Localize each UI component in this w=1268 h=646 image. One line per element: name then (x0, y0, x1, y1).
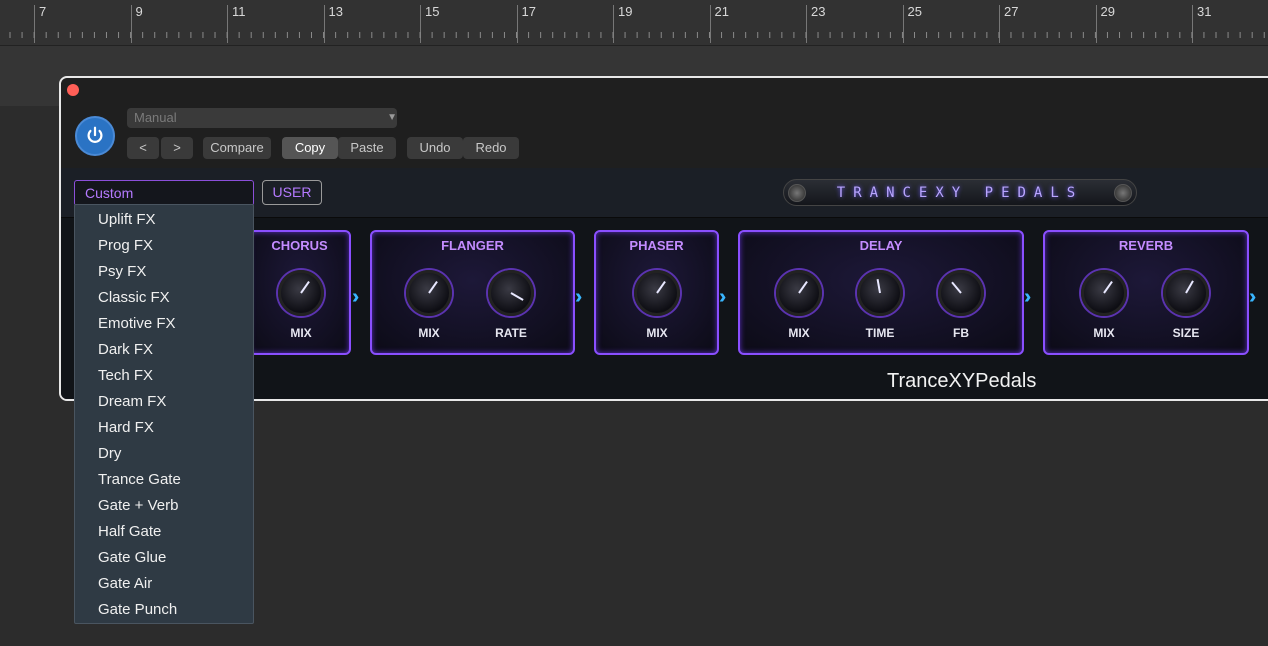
ruler-ticks (9, 32, 1265, 38)
host-preset-value: Manual (134, 110, 177, 125)
pedal-chorus: CHORUS MIX (248, 230, 351, 355)
knob-label: FB (953, 326, 969, 340)
knob-indicator (656, 280, 666, 294)
pedal-title: FLANGER (441, 238, 504, 253)
knob-mix[interactable] (776, 270, 822, 316)
knob-mix[interactable] (406, 270, 452, 316)
pedal-title: PHASER (629, 238, 684, 253)
dropdown-option[interactable]: Hard FX (75, 417, 253, 443)
knob-label: MIX (418, 326, 440, 340)
knob-label: RATE (495, 326, 527, 340)
knob-label: MIX (788, 326, 810, 340)
next-preset-button[interactable]: > (161, 137, 193, 159)
timeline-ruler[interactable]: 7 9 11 13 15 17 19 21 23 25 27 29 31 (0, 0, 1268, 46)
paste-button[interactable]: Paste (338, 137, 396, 159)
close-window-button[interactable] (67, 84, 79, 96)
chain-arrow-icon: ›› (1249, 286, 1258, 308)
dropdown-option[interactable]: Psy FX (75, 261, 253, 287)
knob-indicator (951, 281, 962, 294)
dropdown-option[interactable]: Tech FX (75, 365, 253, 391)
dropdown-option[interactable]: Classic FX (75, 287, 253, 313)
knob-indicator (300, 280, 310, 294)
user-button[interactable]: USER (262, 180, 322, 205)
knob-time[interactable] (857, 270, 903, 316)
host-preset-select[interactable]: Manual ▼ (127, 108, 397, 128)
knob-label: MIX (1093, 326, 1115, 340)
pedal-title: REVERB (1118, 238, 1174, 253)
chain-arrow-icon: ›› (352, 286, 361, 308)
dropdown-option[interactable]: Gate Glue (75, 547, 253, 573)
preset-dropdown-menu: Uplift FX Prog FX Psy FX Classic FX Emotive … (74, 204, 254, 624)
pedal-flanger: FLANGER MIX RATE (370, 230, 575, 355)
dropdown-option[interactable]: Emotive FX (75, 313, 253, 339)
power-icon (87, 126, 103, 143)
knob-indicator (428, 280, 438, 294)
dropdown-option[interactable]: Dream FX (75, 391, 253, 417)
dropdown-option[interactable]: Uplift FX (75, 209, 253, 235)
knob-mix[interactable] (278, 270, 324, 316)
dropdown-option[interactable]: Gate Punch (75, 599, 253, 625)
redo-button[interactable]: Redo (463, 137, 519, 159)
knob-indicator (1185, 280, 1194, 294)
screw-icon (788, 184, 806, 202)
dropdown-option[interactable]: Trance Gate (75, 469, 253, 495)
knob-mix[interactable] (634, 270, 680, 316)
knob-label: TIME (865, 326, 895, 340)
pedal-phaser: PHASER MIX (594, 230, 719, 355)
pedal-reverb: REVERB MIX SIZE (1043, 230, 1249, 355)
dropdown-option[interactable]: Prog FX (75, 235, 253, 261)
chain-arrow-icon: ›› (1024, 286, 1033, 308)
screw-icon (1114, 184, 1132, 202)
knob-label: MIX (646, 326, 668, 340)
chain-arrow-icon: ›› (719, 286, 728, 308)
pedal-title: CHORUS (271, 238, 328, 253)
logo: TRANCEXY PEDALS (783, 179, 1137, 206)
power-button[interactable] (75, 116, 115, 156)
chevron-down-icon: ▼ (387, 112, 397, 123)
knob-indicator (1103, 280, 1113, 294)
logo-text: TRANCEXY PEDALS (836, 184, 1084, 201)
dropdown-option[interactable]: Gate + Verb (75, 495, 253, 521)
pedal-title: DELAY (859, 238, 903, 253)
compare-button[interactable]: Compare (203, 137, 271, 159)
dropdown-option[interactable]: Gate Air (75, 573, 253, 599)
knob-indicator (798, 280, 808, 294)
brand-name: TranceXYPedals (887, 370, 1037, 392)
knob-mix[interactable] (1081, 270, 1127, 316)
knob-rate[interactable] (488, 270, 534, 316)
copy-button[interactable]: Copy (282, 137, 338, 159)
knob-indicator (510, 292, 524, 301)
knob-label: MIX (290, 326, 312, 340)
knob-indicator (876, 279, 881, 294)
knob-label: SIZE (1172, 326, 1200, 340)
knob-size[interactable] (1163, 270, 1209, 316)
prev-preset-button[interactable]: < (127, 137, 159, 159)
dropdown-option[interactable]: Half Gate (75, 521, 253, 547)
plugin-preset-select[interactable]: Custom (74, 180, 254, 206)
pedal-delay: DELAY MIX TIME FB (738, 230, 1024, 355)
chain-arrow-icon: ›› (575, 286, 584, 308)
undo-button[interactable]: Undo (407, 137, 463, 159)
knob-fb[interactable] (938, 270, 984, 316)
dropdown-option[interactable]: Dark FX (75, 339, 253, 365)
dropdown-option[interactable]: Dry (75, 443, 253, 469)
